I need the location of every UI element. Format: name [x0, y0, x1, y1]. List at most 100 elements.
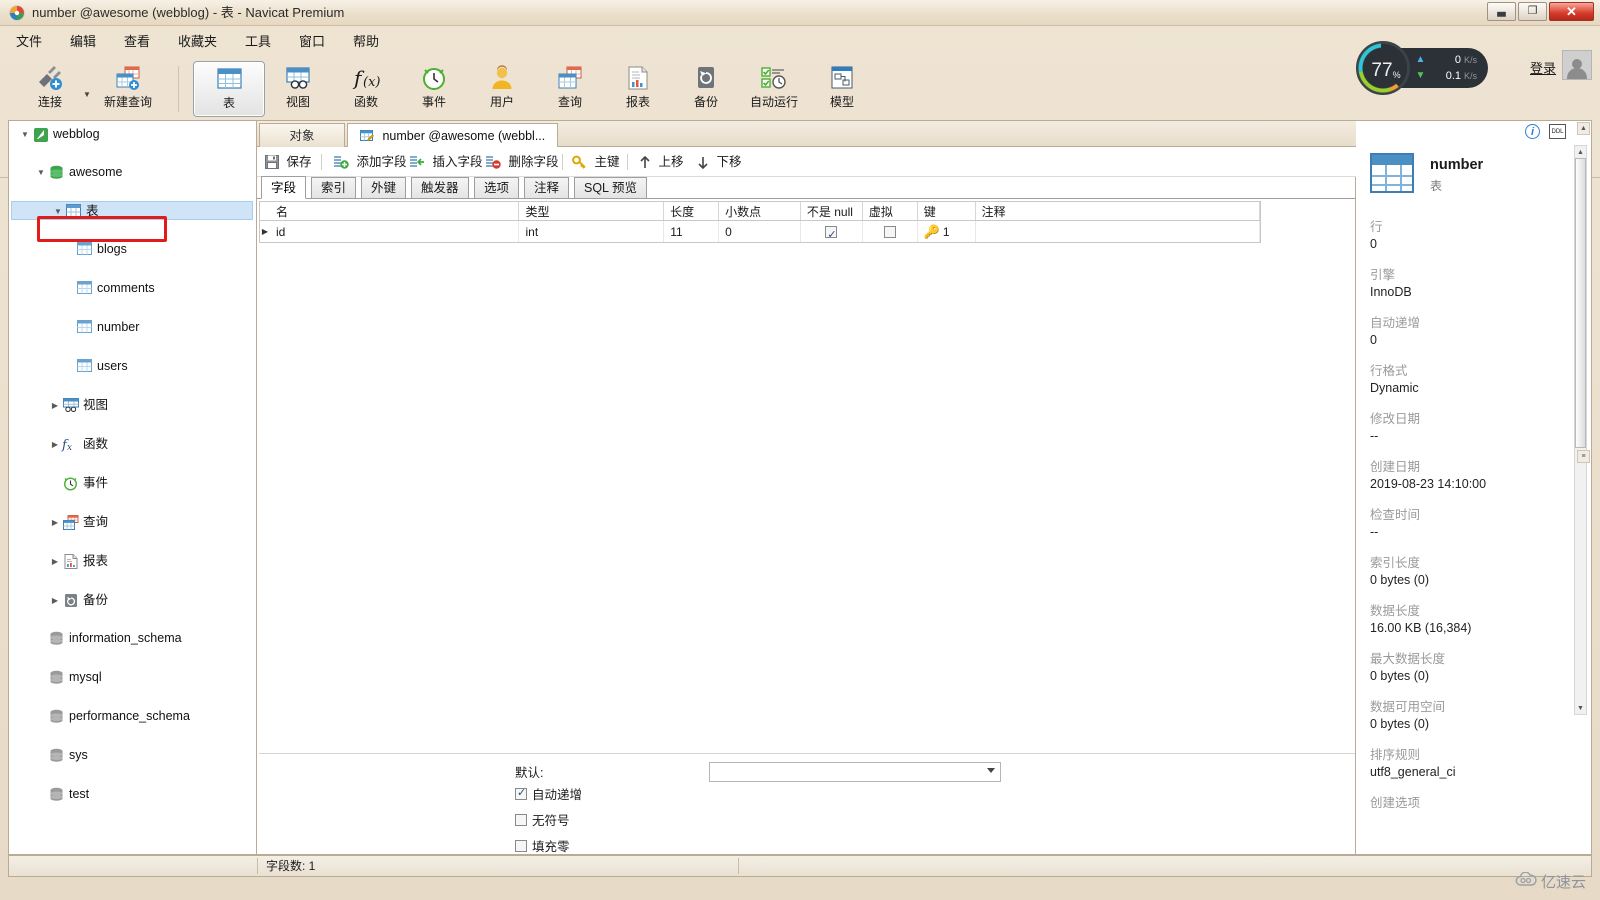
tree-node-sys[interactable]: sys — [9, 746, 256, 765]
column-header-name[interactable]: 名 — [270, 202, 520, 220]
toolbar-view[interactable]: 视图 — [262, 61, 334, 117]
tree-node-views-folder[interactable]: ▶ 视图 — [9, 396, 256, 415]
move-up-button[interactable]: 上移 — [639, 151, 684, 173]
menu-file[interactable]: 文件 — [6, 30, 52, 54]
scroll-down-arrow-icon[interactable]: ▼ — [1575, 702, 1586, 714]
menu-favorites[interactable]: 收藏夹 — [168, 30, 227, 54]
toolbar-connection[interactable]: 连接 — [14, 61, 86, 117]
column-header-not-null[interactable]: 不是 null — [801, 202, 863, 220]
tab-options[interactable]: 选项 — [474, 177, 520, 199]
toolbar-table[interactable]: 表 — [193, 61, 265, 117]
add-field-button[interactable]: 添加字段 — [333, 151, 407, 173]
tree-node-number[interactable]: number — [9, 318, 256, 337]
object-tree-sidebar[interactable]: ▼ webblog ▼ awesome ▼ 表 blogs comments n… — [8, 120, 256, 855]
tree-node-information-schema[interactable]: information_schema — [9, 629, 256, 648]
tree-node-awesome[interactable]: ▼ awesome — [9, 163, 256, 182]
close-button[interactable]: ✕ — [1549, 2, 1594, 21]
not-null-checkbox[interactable] — [825, 224, 838, 242]
tab-table-designer[interactable]: number @awesome (webbl... — [347, 123, 559, 148]
tab-comment[interactable]: 注释 — [524, 177, 570, 199]
unsigned-row[interactable]: 无符号 — [515, 810, 570, 829]
column-header-virtual[interactable]: 虚拟 — [863, 202, 918, 220]
tree-node-mysql[interactable]: mysql — [9, 668, 256, 687]
maximize-button[interactable]: ❐ — [1518, 2, 1547, 21]
cell-field-name[interactable]: id — [270, 221, 520, 242]
scrollbar-thumb[interactable] — [1575, 158, 1586, 448]
tree-node-reports-folder[interactable]: ▶ 报表 — [9, 552, 256, 571]
zerofill-row[interactable]: 填充零 — [515, 836, 570, 855]
toolbar-query[interactable]: 查询 — [534, 61, 606, 117]
chevron-down-icon[interactable] — [987, 768, 995, 773]
column-header-type[interactable]: 类型 — [519, 202, 665, 220]
fields-grid[interactable]: 名 类型 长度 小数点 不是 null 虚拟 键 注释 ▶ id int 11 … — [259, 201, 1261, 243]
menu-view[interactable]: 查看 — [114, 30, 160, 54]
cell-field-comment[interactable] — [976, 221, 1261, 242]
toolbar-backup[interactable]: 备份 — [670, 61, 742, 117]
column-header-length[interactable]: 长度 — [664, 202, 720, 220]
tree-node-blogs[interactable]: blogs — [9, 240, 256, 259]
cell-field-virtual[interactable] — [863, 221, 918, 242]
expand-caret-icon[interactable]: ▶ — [49, 591, 61, 610]
tab-fields[interactable]: 字段 — [261, 176, 307, 199]
toolbar-function[interactable]: f (x) 函数 — [330, 61, 402, 117]
default-value-combobox[interactable] — [709, 762, 1001, 782]
toolbar-new-query[interactable]: 新建查询 — [92, 61, 164, 117]
table-row[interactable]: ▶ id int 11 0 🔑 1 — [259, 221, 1261, 243]
tab-triggers[interactable]: 触发器 — [411, 177, 469, 199]
primary-key-button[interactable]: 主键 — [572, 151, 620, 173]
toolbar-user[interactable]: 用户 — [466, 61, 538, 117]
connection-dropdown-caret-icon[interactable]: ▼ — [82, 90, 92, 100]
toolbar-report[interactable]: 报表 — [602, 61, 674, 117]
delete-field-button[interactable]: 删除字段 — [485, 151, 559, 173]
menu-edit[interactable]: 编辑 — [60, 30, 106, 54]
info-icon[interactable]: i — [1525, 124, 1540, 139]
expand-caret-icon[interactable]: ▶ — [49, 513, 61, 532]
expand-caret-icon[interactable]: ▶ — [49, 435, 61, 454]
auto-increment-checkbox[interactable] — [515, 786, 527, 800]
move-down-button[interactable]: 下移 — [697, 151, 742, 173]
scroll-up-arrow-icon[interactable]: ▲ — [1575, 146, 1586, 158]
save-button[interactable]: 保存 — [265, 151, 312, 173]
column-header-key[interactable]: 键 — [918, 202, 976, 220]
column-header-comment[interactable]: 注释 — [976, 202, 1261, 220]
tree-node-test[interactable]: test — [9, 785, 256, 804]
toolbar-event[interactable]: 事件 — [398, 61, 470, 117]
toolbar-automation[interactable]: 自动运行 — [738, 61, 810, 117]
menu-help[interactable]: 帮助 — [343, 30, 389, 54]
cell-field-decimals[interactable]: 0 — [719, 221, 801, 242]
expand-caret-icon[interactable]: ▶ — [49, 552, 61, 571]
info-panel-scrollbar[interactable]: ▲ ▼ — [1574, 145, 1587, 715]
zerofill-checkbox[interactable] — [515, 839, 527, 852]
column-header-decimals[interactable]: 小数点 — [719, 202, 801, 220]
virtual-checkbox[interactable] — [883, 225, 896, 238]
tab-sql-preview[interactable]: SQL 预览 — [574, 177, 648, 199]
tree-node-comments[interactable]: comments — [9, 279, 256, 298]
tab-indexes[interactable]: 索引 — [311, 177, 357, 199]
cell-field-key[interactable]: 🔑 1 — [918, 221, 976, 242]
tree-node-backups-folder[interactable]: ▶ 备份 — [9, 591, 256, 610]
cell-field-type[interactable]: int — [519, 221, 665, 242]
tab-objects[interactable]: 对象 — [259, 123, 345, 147]
tree-node-functions-folder[interactable]: ▶ fx 函数 — [9, 435, 256, 454]
tree-node-webblog[interactable]: ▼ webblog — [9, 125, 256, 144]
tree-node-tables-folder[interactable]: ▼ 表 — [11, 201, 253, 220]
tree-node-users[interactable]: users — [9, 357, 256, 376]
menu-window[interactable]: 窗口 — [289, 30, 335, 54]
menu-tools[interactable]: 工具 — [235, 30, 281, 54]
expand-caret-icon[interactable]: ▼ — [19, 125, 31, 144]
unsigned-checkbox[interactable] — [515, 813, 527, 826]
expand-caret-icon[interactable]: ▼ — [52, 202, 64, 221]
tab-foreign-keys[interactable]: 外键 — [361, 177, 407, 199]
window-scroll-thumb-icon[interactable]: ≡ — [1577, 450, 1590, 463]
tree-node-performance-schema[interactable]: performance_schema — [9, 707, 256, 726]
window-scroll-up-icon[interactable]: ▲ — [1577, 122, 1590, 135]
auto-increment-row[interactable]: 自动递增 — [515, 784, 582, 803]
insert-field-button[interactable]: 插入字段 — [409, 151, 483, 173]
ddl-button[interactable]: DDL — [1549, 124, 1566, 139]
tree-node-events-folder[interactable]: 事件 — [9, 474, 256, 493]
expand-caret-icon[interactable]: ▶ — [49, 396, 61, 415]
cell-field-not-null[interactable] — [801, 221, 863, 242]
cell-field-length[interactable]: 11 — [664, 221, 720, 242]
expand-caret-icon[interactable]: ▼ — [35, 163, 47, 182]
tree-node-queries-folder[interactable]: ▶ 查询 — [9, 513, 256, 532]
